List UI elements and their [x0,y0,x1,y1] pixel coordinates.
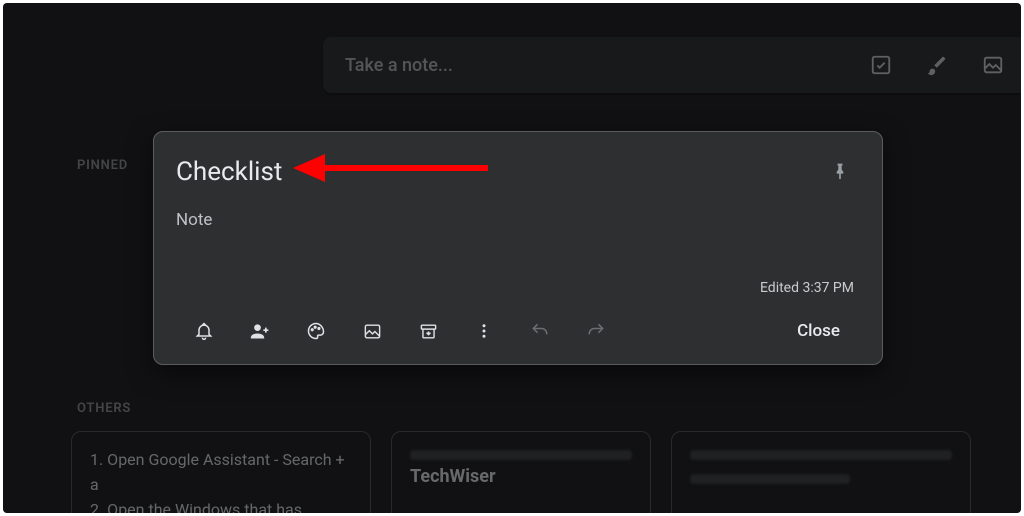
note-editor-modal: Checklist Note Edited 3:37 PM [153,131,883,365]
close-button[interactable]: Close [777,313,860,349]
note-card-line: 1. Open Google Assistant - Search + a [90,448,352,498]
take-note-placeholder: Take a note... [345,55,853,76]
redo-icon [586,321,606,341]
undo-button[interactable] [512,309,568,353]
color-palette-button[interactable] [288,309,344,353]
edited-timestamp: Edited 3:37 PM [176,280,860,296]
note-toolbar: Close [176,306,860,356]
image-icon[interactable] [965,37,1021,93]
note-card[interactable] [671,431,971,513]
note-card[interactable]: TechWiser [391,431,651,513]
remind-me-button[interactable] [176,309,232,353]
add-image-button[interactable] [344,309,400,353]
bell-icon [194,321,214,341]
section-label-pinned: PINNED [77,158,128,173]
note-body-input[interactable]: Note [176,210,860,270]
note-card[interactable]: 1. Open Google Assistant - Search + a 2.… [71,431,371,513]
more-options-button[interactable] [456,309,512,353]
brush-icon[interactable] [909,37,965,93]
more-vert-icon [475,322,493,340]
archive-icon [419,322,438,341]
undo-icon [530,321,550,341]
pin-icon [830,162,850,182]
image-icon [363,322,382,341]
note-card-line: 2. Open the Windows that has [90,498,352,513]
take-note-bar[interactable]: Take a note... [323,37,1021,93]
collaborator-button[interactable] [232,309,288,353]
note-card-title: TechWiser [410,448,632,487]
section-label-others: OTHERS [77,401,131,416]
palette-icon [306,321,326,341]
note-title-input[interactable]: Checklist [176,157,820,187]
checkbox-icon[interactable] [853,37,909,93]
redo-button[interactable] [568,309,624,353]
person-add-icon [250,321,270,341]
archive-button[interactable] [400,309,456,353]
pin-button[interactable] [820,152,860,192]
